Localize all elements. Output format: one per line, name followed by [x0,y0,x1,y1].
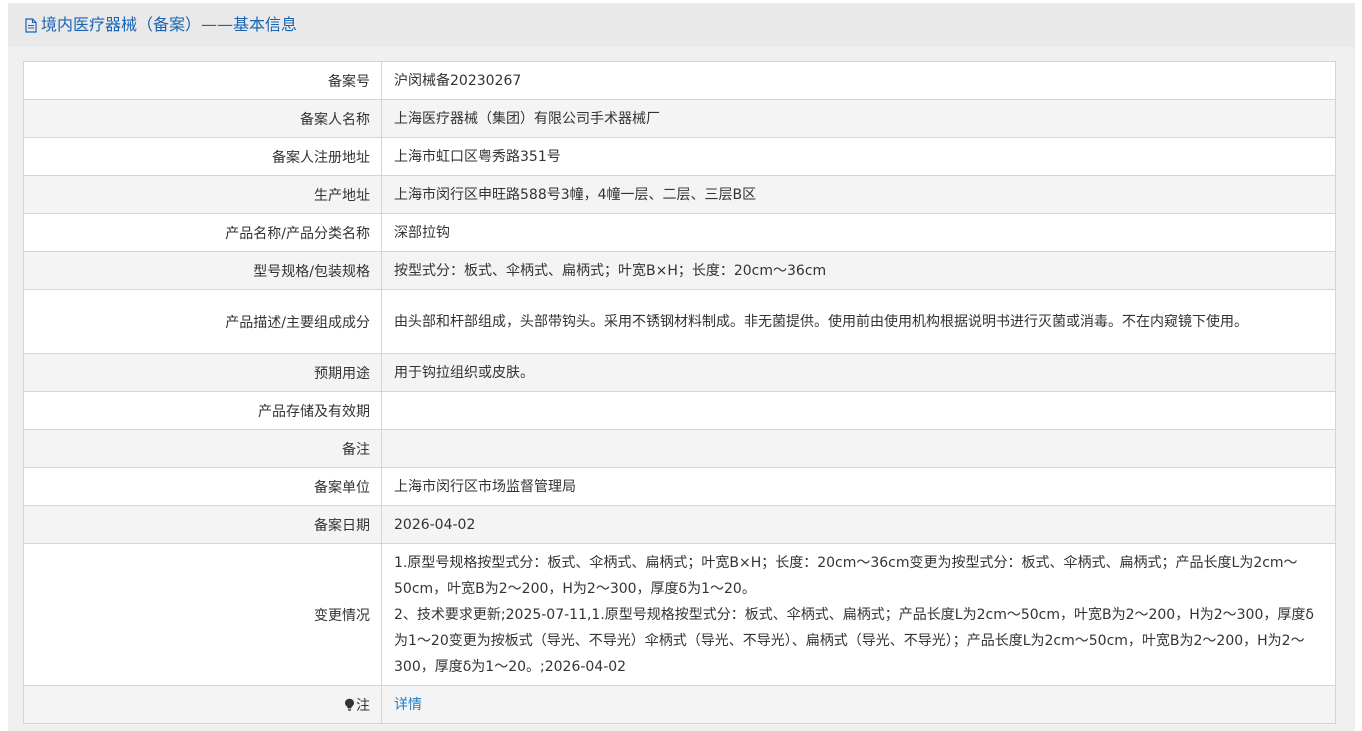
row-label: 型号规格/包装规格 [23,251,382,290]
table-row: 变更情况 1.原型号规格按型式分：板式、伞柄式、扁柄式；叶宽B×H；长度：20c… [23,543,1336,686]
row-label: 产品名称/产品分类名称 [23,213,382,252]
table-row: 备注 [23,429,1336,468]
table-row: 产品名称/产品分类名称 深部拉钩 [23,213,1336,252]
row-label: 产品描述/主要组成成分 [23,289,382,354]
row-value: 1.原型号规格按型式分：板式、伞柄式、扁柄式；叶宽B×H；长度：20cm～36c… [381,543,1336,686]
row-label: 备案人名称 [23,99,382,138]
row-label: 备注 [23,429,382,468]
info-table: 备案号 沪闵械备20230267 备案人名称 上海医疗器械（集团）有限公司手术器… [23,61,1336,724]
table-row: 产品存储及有效期 [23,391,1336,430]
document-icon [25,17,37,33]
row-value: 上海市虹口区粤秀路351号 [381,137,1336,176]
row-value: 按型式分：板式、伞柄式、扁柄式；叶宽B×H；长度：20cm～36cm [381,251,1336,290]
note-label-cell: 注 [23,685,382,724]
row-value: 深部拉钩 [381,213,1336,252]
table-row: 型号规格/包装规格 按型式分：板式、伞柄式、扁柄式；叶宽B×H；长度：20cm～… [23,251,1336,290]
row-value: 沪闵械备20230267 [381,61,1336,100]
row-label: 备案号 [23,61,382,100]
row-label: 备案单位 [23,467,382,506]
table-row: 备案号 沪闵械备20230267 [23,61,1336,100]
note-value-cell: 详情 [381,685,1336,724]
row-label: 变更情况 [23,543,382,686]
table-row: 备案人注册地址 上海市虹口区粤秀路351号 [23,137,1336,176]
row-label: 产品存储及有效期 [23,391,382,430]
note-label: 注 [356,697,370,714]
table-row: 备案单位 上海市闵行区市场监督管理局 [23,467,1336,506]
row-value: 由头部和杆部组成，头部带钩头。采用不锈钢材料制成。非无菌提供。使用前由使用机构根… [381,289,1336,354]
row-value: 上海市闵行区申旺路588号3幢，4幢一层、二层、三层B区 [381,175,1336,214]
table-row: 生产地址 上海市闵行区申旺路588号3幢，4幢一层、二层、三层B区 [23,175,1336,214]
change-entry-1: 1.原型号规格按型式分：板式、伞柄式、扁柄式；叶宽B×H；长度：20cm～36c… [394,554,1298,597]
table-row: 产品描述/主要组成成分 由头部和杆部组成，头部带钩头。采用不锈钢材料制成。非无菌… [23,289,1336,354]
table-row: 预期用途 用于钩拉组织或皮肤。 [23,353,1336,392]
row-value: 上海市闵行区市场监督管理局 [381,467,1336,506]
lightbulb-icon [344,698,355,711]
change-entry-2: 2、技术要求更新;2025-07-11,1.原型号规格按型式分：板式、伞柄式、扁… [394,606,1314,675]
table-row: 备案日期 2026-04-02 [23,505,1336,544]
row-label: 生产地址 [23,175,382,214]
row-label: 预期用途 [23,353,382,392]
row-value [381,429,1336,468]
detail-link[interactable]: 详情 [394,697,422,713]
row-label: 备案人注册地址 [23,137,382,176]
content-panel: 备案号 沪闵械备20230267 备案人名称 上海医疗器械（集团）有限公司手术器… [8,47,1355,731]
page-title-text: 境内医疗器械（备案）——基本信息 [41,15,298,34]
header-bar: 境内医疗器械（备案）——基本信息 [8,3,1355,47]
page: 境内医疗器械（备案）——基本信息 备案号 沪闵械备20230267 备案人名称 … [0,0,1362,731]
row-value [381,391,1336,430]
row-value: 用于钩拉组织或皮肤。 [381,353,1336,392]
table-row: 备案人名称 上海医疗器械（集团）有限公司手术器械厂 [23,99,1336,138]
row-value: 2026-04-02 [381,505,1336,544]
page-title: 境内医疗器械（备案）——基本信息 [25,17,297,33]
row-label: 备案日期 [23,505,382,544]
row-value: 上海医疗器械（集团）有限公司手术器械厂 [381,99,1336,138]
table-row-note: 注 详情 [23,685,1336,724]
